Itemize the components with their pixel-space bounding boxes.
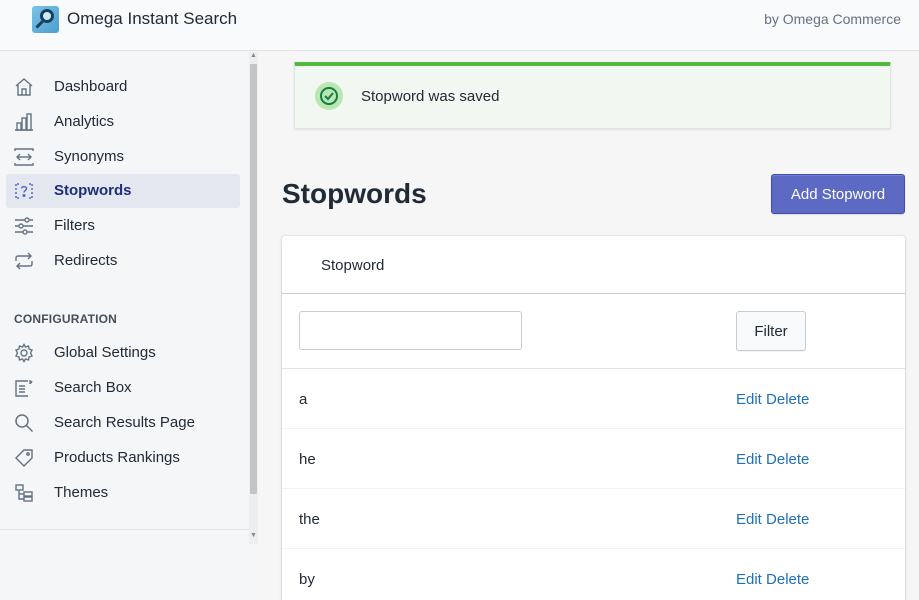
delete-link[interactable]: Delete (766, 511, 809, 528)
stopword-cell: by (299, 571, 315, 588)
filter-button[interactable]: Filter (736, 311, 806, 351)
sidebar-item-synonyms[interactable]: Synonyms (6, 140, 240, 174)
stopword-cell: a (299, 391, 308, 408)
stopword-column-header: Stopword (321, 257, 385, 274)
sidebar-item-search-results-page[interactable]: Search Results Page (6, 406, 240, 440)
gear-icon (14, 343, 34, 363)
app-title: Omega Instant Search (67, 9, 238, 28)
bar-chart-icon (14, 112, 34, 132)
sidebar-item-label: Search Box (54, 379, 132, 396)
search-box-icon (14, 378, 34, 398)
tag-icon (14, 448, 34, 468)
delete-link[interactable]: Delete (766, 391, 809, 408)
configuration-section-title: CONFIGURATION (14, 312, 118, 326)
sidebar-item-label: Dashboard (54, 78, 128, 95)
sidebar-item-label: Search Results Page (54, 414, 195, 431)
arrows-horizontal-icon (14, 147, 34, 167)
redirect-arrows-icon (14, 251, 34, 271)
sidebar: Dashboard Analytics Synonyms Stopwords F… (0, 52, 258, 600)
home-icon (14, 77, 34, 97)
search-icon (14, 413, 34, 433)
top-bar: Omega Instant Search by Omega Commerce (0, 0, 919, 51)
delete-link[interactable]: Delete (766, 571, 809, 588)
magnifier-logo-icon (32, 6, 59, 33)
table-row: by Edit Delete (282, 549, 905, 600)
sidebar-item-label: Synonyms (54, 148, 125, 165)
delete-link[interactable]: Delete (766, 451, 809, 468)
sidebar-item-themes[interactable]: Themes (6, 476, 240, 510)
sidebar-item-label: Themes (54, 484, 109, 501)
header-divider (282, 293, 905, 294)
edit-link[interactable]: Edit (736, 511, 762, 528)
sidebar-item-analytics[interactable]: Analytics (6, 105, 240, 139)
sidebar-item-dashboard[interactable]: Dashboard (6, 70, 240, 104)
stopwords-card: Stopword Filter a Edit Delete he Edit De… (282, 236, 905, 600)
stopword-cell: the (299, 511, 320, 528)
sidebar-item-stopwords[interactable]: Stopwords (6, 174, 240, 208)
sidebar-scrollbar-thumb[interactable] (250, 64, 257, 494)
table-row: he Edit Delete (282, 429, 905, 489)
sidebar-item-global-settings[interactable]: Global Settings (6, 336, 240, 370)
edit-link[interactable]: Edit (736, 451, 762, 468)
edit-link[interactable]: Edit (736, 571, 762, 588)
check-circle-icon (315, 82, 343, 110)
row-actions: Edit Delete (736, 511, 809, 528)
sidebar-item-label: Stopwords (54, 182, 132, 199)
banner-message: Stopword was saved (361, 88, 500, 105)
table-row: the Edit Delete (282, 489, 905, 549)
question-box-icon (14, 181, 34, 201)
table-row: a Edit Delete (282, 369, 905, 429)
sidebar-item-label: Filters (54, 217, 95, 234)
edit-link[interactable]: Edit (736, 391, 762, 408)
stopword-cell: he (299, 451, 316, 468)
row-actions: Edit Delete (736, 391, 809, 408)
filter-input[interactable] (299, 311, 522, 350)
sidebar-item-label: Redirects (54, 252, 118, 269)
sidebar-item-label: Global Settings (54, 344, 156, 361)
success-banner: Stopword was saved (294, 62, 891, 129)
sidebar-item-label: Analytics (54, 113, 115, 130)
sidebar-item-label: Products Rankings (54, 449, 180, 466)
sidebar-item-search-box[interactable]: Search Box (6, 371, 240, 405)
row-actions: Edit Delete (736, 571, 809, 588)
row-actions: Edit Delete (736, 451, 809, 468)
scroll-up-arrow-icon[interactable]: ▲ (250, 52, 257, 59)
sidebar-item-filters[interactable]: Filters (6, 209, 240, 243)
sidebar-item-products-rankings[interactable]: Products Rankings (6, 441, 240, 475)
add-stopword-button[interactable]: Add Stopword (771, 174, 905, 214)
sidebar-item-redirects[interactable]: Redirects (6, 244, 240, 278)
themes-icon (14, 483, 34, 503)
scroll-down-arrow-icon[interactable]: ▼ (250, 532, 257, 539)
page-title: Stopwords (282, 178, 427, 209)
sliders-icon (14, 216, 34, 236)
byline: by Omega Commerce (764, 11, 901, 27)
sidebar-divider (0, 529, 250, 530)
